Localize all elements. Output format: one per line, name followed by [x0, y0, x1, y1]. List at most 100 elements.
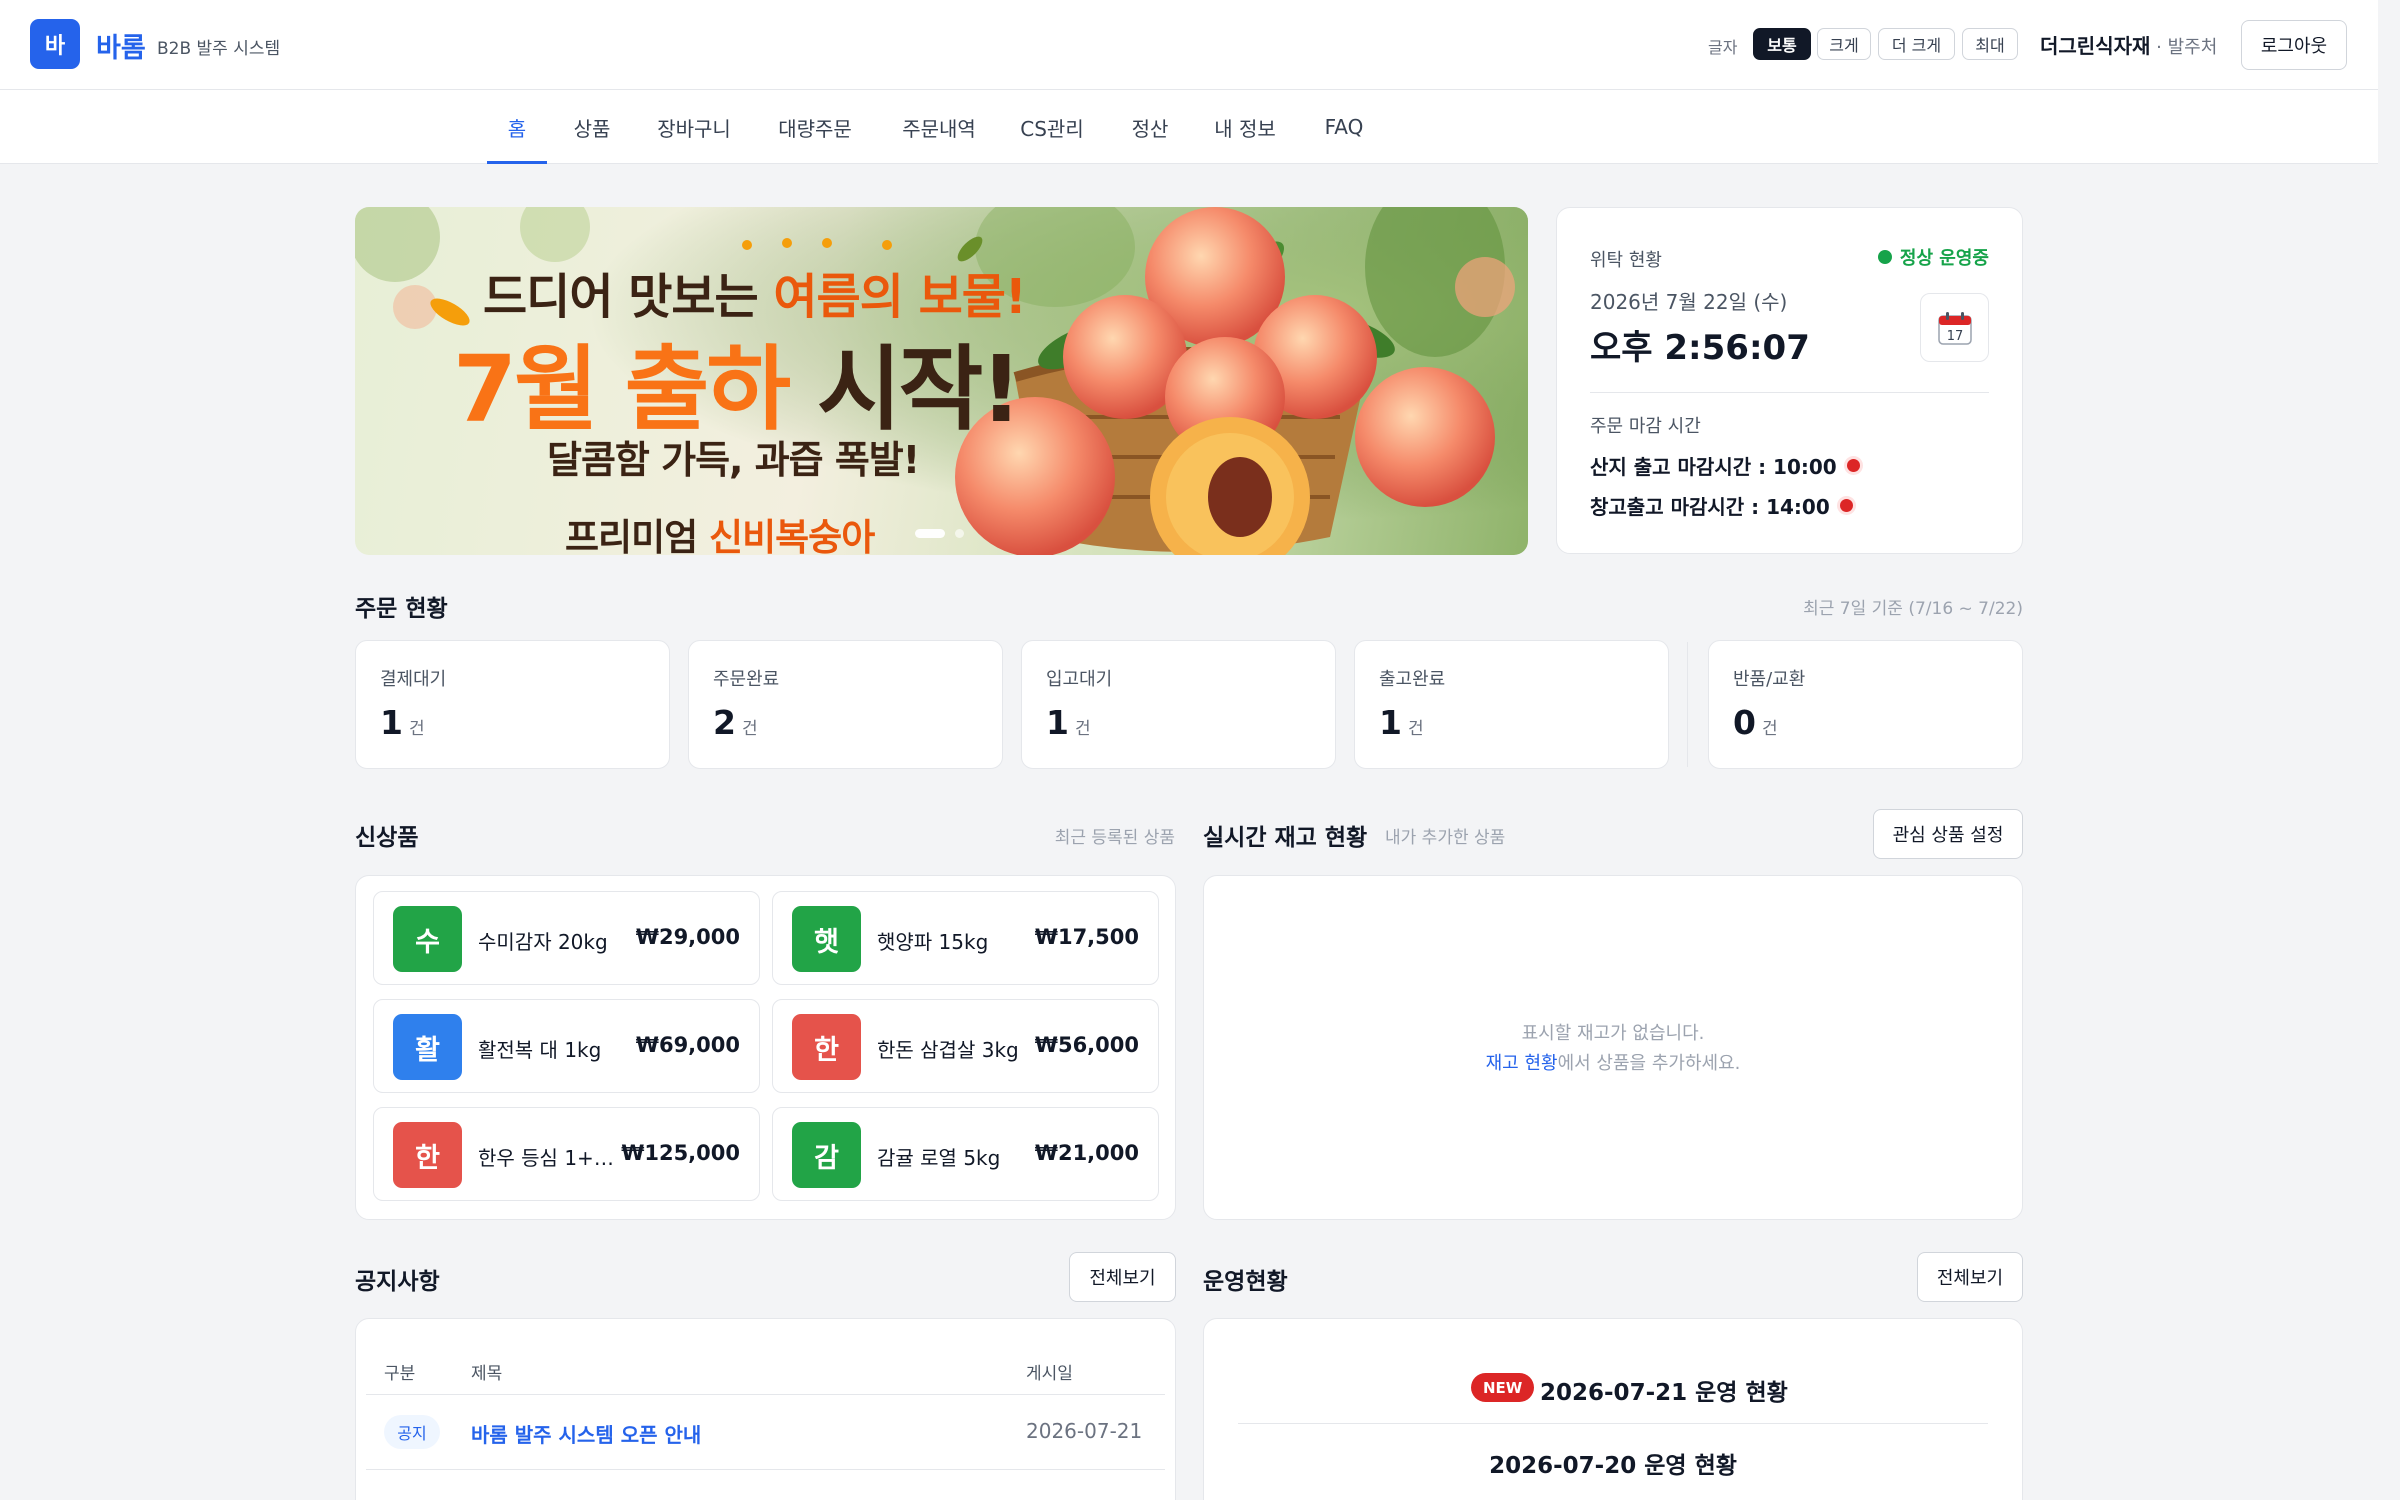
stat-number: 1 — [1379, 703, 1402, 742]
product-price: ₩17,500 — [1034, 925, 1139, 949]
stat-label: 결제대기 — [380, 669, 447, 690]
carousel-dot-1[interactable] — [915, 529, 945, 538]
stat-unit: 건 — [1761, 719, 1778, 739]
calendar-icon: 17 — [1937, 311, 1972, 345]
font-size-max-button[interactable]: 최대 — [1962, 28, 2018, 60]
calendar-button[interactable]: 17 — [1920, 293, 1989, 362]
notices-title: 공지사항 — [355, 1269, 440, 1295]
banner-headline-2-part-b: 시작! — [787, 336, 1022, 443]
operation-report-link[interactable]: 2026-07-21 운영 현황 — [1540, 1373, 1788, 1407]
stock-sub: 내가 추가한 상품 — [1385, 828, 1506, 848]
font-size-normal-button[interactable]: 보통 — [1753, 28, 1811, 60]
brand-name[interactable]: 바롬 — [96, 26, 146, 65]
stat-unit: 건 — [408, 719, 425, 739]
logout-button[interactable]: 로그아웃 — [2241, 20, 2347, 70]
nav-tab-products[interactable]: 상품 — [567, 90, 617, 164]
row-divider — [366, 1469, 1165, 1470]
new-products-panel: 수 수미감자 20kg ₩29,000 햇 햇양파 15kg ₩17,500 활… — [355, 875, 1176, 1220]
deadline-warehouse: 창고출고 마감시간 : 14:00 — [1590, 491, 1853, 520]
order-status-title: 주문 현황 — [355, 596, 448, 622]
nav-tab-order-history[interactable]: 주문내역 — [894, 90, 984, 164]
stat-card-order-complete[interactable]: 주문완료 2건 — [688, 640, 1003, 769]
product-name: 수미감자 20kg — [478, 930, 608, 954]
product-card[interactable]: 한 한돈 삼겹살 3kg ₩56,000 — [772, 999, 1159, 1093]
product-badge: 한 — [792, 1014, 861, 1080]
stat-card-shipped[interactable]: 출고완료 1건 — [1354, 640, 1669, 769]
banner-headline-4: 프리미엄 신비복숭아 — [565, 507, 875, 555]
stat-number: 1 — [1046, 703, 1069, 742]
product-badge: 활 — [393, 1014, 462, 1080]
watchlist-settings-button[interactable]: 관심 상품 설정 — [1873, 809, 2023, 859]
banner-headline-2-part-a: 7월 출하 — [453, 336, 791, 443]
nav-tab-cs[interactable]: CS관리 — [1012, 90, 1092, 164]
font-size-large-button[interactable]: 크게 — [1817, 28, 1871, 60]
nav-tab-bulk-order[interactable]: 대량주문 — [770, 90, 860, 164]
product-name: 햇양파 15kg — [877, 930, 989, 954]
table-header: 구분 제목 게시일 — [366, 1319, 1165, 1395]
brand-logo[interactable]: 바 — [30, 19, 80, 69]
stock-status-link[interactable]: 재고 현황 — [1486, 1053, 1558, 1074]
operation-status-text: 정상 운영중 — [1899, 248, 1989, 269]
stat-label: 주문완료 — [713, 669, 780, 690]
banner-headline-3: 달콤함 가득, 과즙 폭발! — [547, 438, 920, 482]
current-date: 2026년 7월 22일 (수) — [1590, 290, 1788, 314]
stat-unit: 건 — [1074, 719, 1091, 739]
nav-tab-cart[interactable]: 장바구니 — [651, 90, 737, 164]
product-price: ₩29,000 — [635, 925, 740, 949]
consignment-title: 위탁 현황 — [1590, 250, 1662, 271]
font-size-larger-button[interactable]: 더 크게 — [1878, 28, 1955, 60]
stat-card-payment-pending[interactable]: 결제대기 1건 — [355, 640, 670, 769]
stat-value: 1건 — [1046, 703, 1091, 742]
alert-dot-icon — [1839, 499, 1853, 512]
product-price: ₩69,000 — [635, 1033, 740, 1057]
stat-number: 2 — [713, 703, 736, 742]
product-card[interactable]: 활 활전복 대 1kg ₩69,000 — [373, 999, 760, 1093]
product-card[interactable]: 감 감귤 로열 5kg ₩21,000 — [772, 1107, 1159, 1201]
column-header-date: 게시일 — [1026, 1364, 1073, 1384]
product-card[interactable]: 한 한우 등심 1++ 1kg ₩125,000 — [373, 1107, 760, 1201]
stat-card-return-exchange[interactable]: 반품/교환 0건 — [1708, 640, 2023, 769]
top-header: 바 바롬 B2B 발주 시스템 글자 보통 크게 더 크게 최대 더그린식자재 … — [0, 0, 2378, 90]
company-name: 더그린식자재 — [2040, 34, 2151, 58]
operations-view-all-button[interactable]: 전체보기 — [1917, 1252, 2023, 1302]
empty-stock-hint: 재고 현황에서 상품을 추가하세요. — [1204, 1049, 2022, 1075]
stat-number: 1 — [380, 703, 403, 742]
stat-number: 0 — [1733, 703, 1756, 742]
product-card[interactable]: 햇 햇양파 15kg ₩17,500 — [772, 891, 1159, 985]
consignment-status-panel: 위탁 현황 정상 운영중 2026년 7월 22일 (수) 오후 2:56:07… — [1556, 207, 2023, 554]
divider — [1238, 1423, 1988, 1424]
empty-stock-hint-text: 에서 상품을 추가하세요. — [1557, 1053, 1741, 1074]
carousel-dot-2[interactable] — [955, 529, 964, 538]
stock-panel: 표시할 재고가 없습니다. 재고 현황에서 상품을 추가하세요. — [1203, 875, 2023, 1220]
product-card[interactable]: 수 수미감자 20kg ₩29,000 — [373, 891, 760, 985]
deadline-origin: 산지 출고 마감시간 : 10:00 — [1590, 451, 1860, 480]
notices-table: 구분 제목 게시일 공지 바롬 발주 시스템 오픈 안내 2026-07-21 — [355, 1318, 1176, 1500]
nav-tab-my-info[interactable]: 내 정보 — [1210, 90, 1280, 164]
notice-title-link[interactable]: 바롬 발주 시스템 오픈 안내 — [471, 1419, 701, 1448]
stat-label: 입고대기 — [1046, 669, 1113, 690]
deadline-title: 주문 마감 시간 — [1590, 416, 1701, 437]
column-header-title: 제목 — [471, 1364, 503, 1384]
company-info: 더그린식자재 · 발주처 — [2040, 30, 2217, 59]
status-dot-icon — [1877, 250, 1892, 264]
operation-report-link[interactable]: 2026-07-20 운영 현황 — [1204, 1446, 2022, 1480]
product-price: ₩56,000 — [1034, 1033, 1139, 1057]
deadline-origin-text: 산지 출고 마감시간 : 10:00 — [1590, 455, 1837, 479]
product-name: 활전복 대 1kg — [478, 1038, 602, 1062]
promo-banner[interactable]: 드디어 맛보는 여름의 보물! 7월 출하 시작! 달콤함 가득, 과즙 폭발!… — [355, 207, 1528, 555]
deadline-warehouse-text: 창고출고 마감시간 : 14:00 — [1590, 495, 1830, 519]
brand-subtitle: B2B 발주 시스템 — [157, 39, 281, 59]
nav-tab-settlement[interactable]: 정산 — [1125, 90, 1175, 164]
stat-label: 반품/교환 — [1733, 669, 1806, 690]
product-price: ₩125,000 — [621, 1141, 740, 1165]
stat-unit: 건 — [741, 719, 758, 739]
nav-tab-home[interactable]: 홈 — [487, 90, 547, 164]
new-badge: NEW — [1471, 1373, 1535, 1402]
empty-stock-message: 표시할 재고가 없습니다. — [1521, 1023, 1705, 1044]
notices-view-all-button[interactable]: 전체보기 — [1069, 1252, 1176, 1302]
new-products-title: 신상품 — [355, 825, 419, 851]
notice-category-badge: 공지 — [384, 1415, 440, 1449]
stat-card-inbound-pending[interactable]: 입고대기 1건 — [1021, 640, 1336, 769]
alert-dot-icon — [1846, 459, 1860, 472]
nav-tab-faq[interactable]: FAQ — [1316, 90, 1372, 164]
